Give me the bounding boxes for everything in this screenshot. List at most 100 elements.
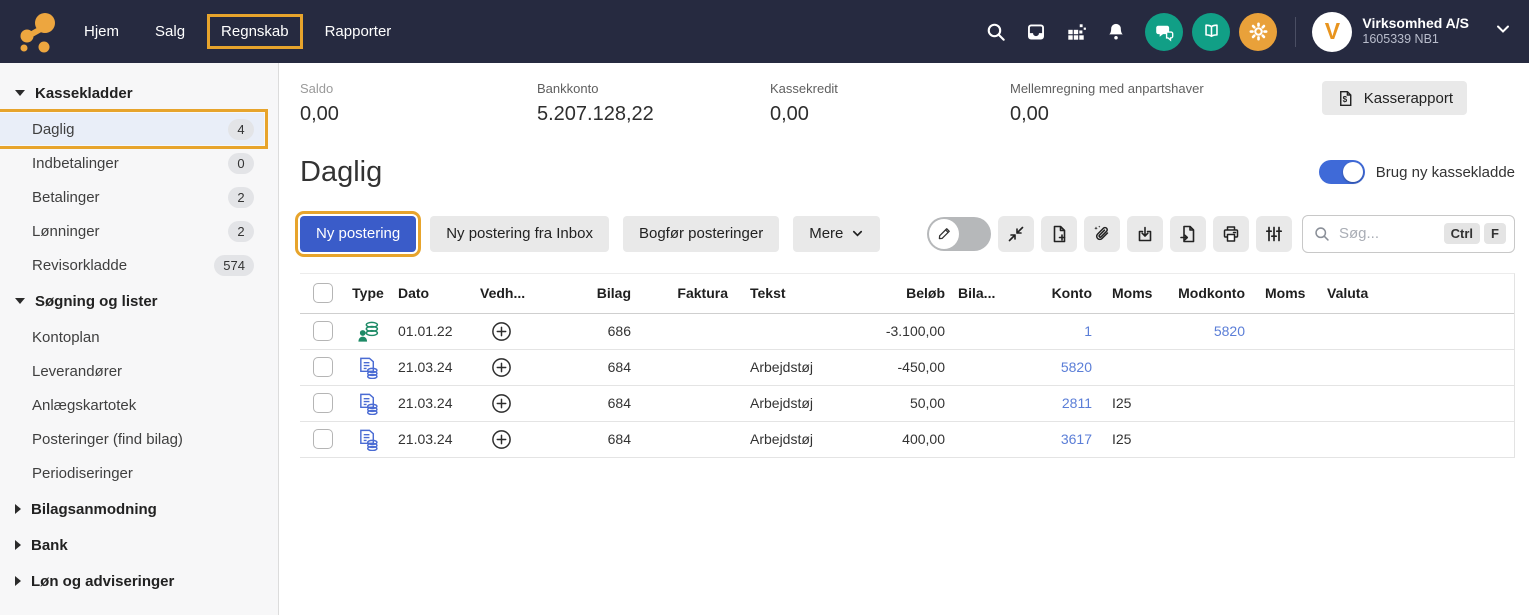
sidebar-item-revisorkladde[interactable]: Revisorkladde 574 (0, 249, 264, 281)
cell-belob: 400,00 (870, 422, 945, 457)
konto-link[interactable]: 2811 (1062, 395, 1092, 411)
chevron-down-icon[interactable] (1493, 19, 1513, 44)
sidebar-section-lon-og-adviseringer[interactable]: Løn og adviseringer (0, 563, 278, 599)
tab-hjem[interactable]: Hjem (84, 23, 119, 40)
konto-link[interactable]: 1 (1084, 323, 1092, 339)
app-logo-icon[interactable] (16, 10, 60, 54)
mere-dropdown-button[interactable]: Mere (793, 216, 880, 252)
cell-dato: 21.03.24 (390, 386, 462, 421)
item-label: Periodiseringer (32, 465, 133, 482)
sidebar-item-leverandorer[interactable]: Leverandører (0, 355, 264, 387)
export-document-button[interactable] (1170, 216, 1206, 252)
postings-table: Type Dato Vedh... Bilag Faktura Tekst Be… (300, 273, 1515, 458)
ny-postering-button[interactable]: Ny postering (300, 216, 416, 252)
cell-dato: 01.01.22 (390, 314, 462, 349)
download-button[interactable] (1127, 216, 1163, 252)
table-row[interactable]: 21.03.24 684 Arbejdstøj 50,00 2811 I25 (300, 386, 1514, 422)
col-bilag: Bilag (540, 274, 635, 313)
sidebar-item-daglig[interactable]: Daglig 4 (0, 113, 264, 145)
smart-attach-button[interactable] (1084, 216, 1120, 252)
row-checkbox[interactable] (313, 393, 333, 413)
stat-mellemregning: Mellemregning med anpartshaver 0,00 (1010, 81, 1204, 126)
company-name: Virksomhed A/S (1362, 15, 1469, 33)
add-attachment-icon[interactable] (491, 357, 512, 378)
col-valuta: Valuta (1313, 274, 1514, 313)
cell-bila (945, 314, 1020, 349)
shortcut-key-f: F (1484, 223, 1506, 244)
print-button[interactable] (1213, 216, 1249, 252)
sidebar-item-periodiseringer[interactable]: Periodiseringer (0, 457, 264, 489)
sidebar-section-bilagsanmodning[interactable]: Bilagsanmodning (0, 491, 278, 527)
count-badge: 4 (228, 119, 254, 140)
row-checkbox[interactable] (313, 357, 333, 377)
row-checkbox[interactable] (313, 429, 333, 449)
sidebar-section-bank[interactable]: Bank (0, 527, 278, 563)
sidebar-item-posteringer-find-bilag[interactable]: Posteringer (find bilag) (0, 423, 264, 455)
konto-link[interactable]: 3617 (1061, 431, 1092, 447)
count-badge: 0 (228, 153, 254, 174)
cell-moms-2 (1245, 350, 1313, 385)
modkonto-link[interactable]: 5820 (1214, 323, 1245, 339)
account-menu[interactable]: V Virksomhed A/S 1605339 NB1 (1312, 12, 1469, 52)
sidebar-section-sogning-og-lister[interactable]: Søgning og lister (0, 283, 278, 319)
tab-salg[interactable]: Salg (155, 23, 185, 40)
tab-regnskab[interactable]: Regnskab (207, 14, 303, 49)
ny-postering-fra-inbox-button[interactable]: Ny postering fra Inbox (430, 216, 609, 252)
brug-ny-kassekladde-toggle[interactable] (1319, 160, 1365, 184)
col-vedhaeftning: Vedh... (462, 274, 540, 313)
sidebar-item-betalinger[interactable]: Betalinger 2 (0, 181, 264, 213)
search-input[interactable] (1339, 225, 1440, 242)
stat-label: Saldo (300, 81, 537, 97)
sidebar-item-lonninger[interactable]: Lønninger 2 (0, 215, 264, 247)
table-search-box: Ctrl F (1302, 215, 1515, 253)
sidebar-item-anlaegskartotek[interactable]: Anlægskartotek (0, 389, 264, 421)
table-row[interactable]: 21.03.24 684 Arbejdstøj -450,00 5820 (300, 350, 1514, 386)
table-header-row: Type Dato Vedh... Bilag Faktura Tekst Be… (300, 274, 1514, 314)
shortcut-key-ctrl: Ctrl (1444, 223, 1480, 244)
sidebar-item-kontoplan[interactable]: Kontoplan (0, 321, 264, 353)
tab-rapporter[interactable]: Rapporter (325, 23, 392, 40)
cell-bilag: 686 (540, 314, 635, 349)
app-grid-icon[interactable] (1056, 12, 1096, 52)
sidebar-section-kassekladder[interactable]: Kassekladder (0, 75, 278, 111)
cell-faktura (635, 422, 730, 457)
item-label: Posteringer (find bilag) (32, 431, 183, 448)
chat-icon[interactable] (1145, 13, 1183, 51)
settings-gear-icon[interactable] (1239, 13, 1277, 51)
inbox-icon[interactable] (1016, 12, 1056, 52)
edit-mode-toggle[interactable] (927, 217, 991, 251)
cell-modkonto (1157, 422, 1245, 457)
bogfor-posteringer-button[interactable]: Bogfør posteringer (623, 216, 779, 252)
new-document-button[interactable] (1041, 216, 1077, 252)
col-type: Type (346, 274, 390, 313)
triangle-down-icon (15, 90, 25, 96)
add-attachment-icon[interactable] (491, 429, 512, 450)
item-label: Lønninger (32, 223, 100, 240)
filter-settings-button[interactable] (1256, 216, 1292, 252)
table-row[interactable]: 01.01.22 686 -3.100,00 1 5820 (300, 314, 1514, 350)
cell-bilag: 684 (540, 350, 635, 385)
item-label: Revisorkladde (32, 257, 127, 274)
row-checkbox[interactable] (313, 321, 333, 341)
cell-moms-2 (1245, 386, 1313, 421)
collapse-rows-button[interactable] (998, 216, 1034, 252)
add-attachment-icon[interactable] (491, 393, 512, 414)
select-all-checkbox[interactable] (313, 283, 333, 303)
konto-link[interactable]: 5820 (1061, 359, 1092, 375)
section-label: Bank (31, 537, 68, 554)
toolbar: Ny postering Ny postering fra Inbox Bogf… (300, 215, 1515, 253)
finance-voucher-icon (357, 428, 380, 451)
search-icon[interactable] (976, 12, 1016, 52)
notifications-bell-icon[interactable] (1096, 12, 1136, 52)
cell-bilag: 684 (540, 386, 635, 421)
cell-modkonto (1157, 350, 1245, 385)
table-row[interactable]: 21.03.24 684 Arbejdstøj 400,00 3617 I25 (300, 422, 1514, 458)
cell-faktura (635, 386, 730, 421)
company-number: 1605339 NB1 (1362, 32, 1469, 48)
kasserapport-button[interactable]: $ Kasserapport (1322, 81, 1467, 115)
add-attachment-icon[interactable] (491, 321, 512, 342)
main-content: Saldo 0,00 Bankkonto 5.207.128,22 Kassek… (279, 63, 1529, 615)
pencil-icon (929, 219, 959, 249)
sidebar-item-indbetalinger[interactable]: Indbetalinger 0 (0, 147, 264, 179)
knowledge-book-icon[interactable] (1192, 13, 1230, 51)
